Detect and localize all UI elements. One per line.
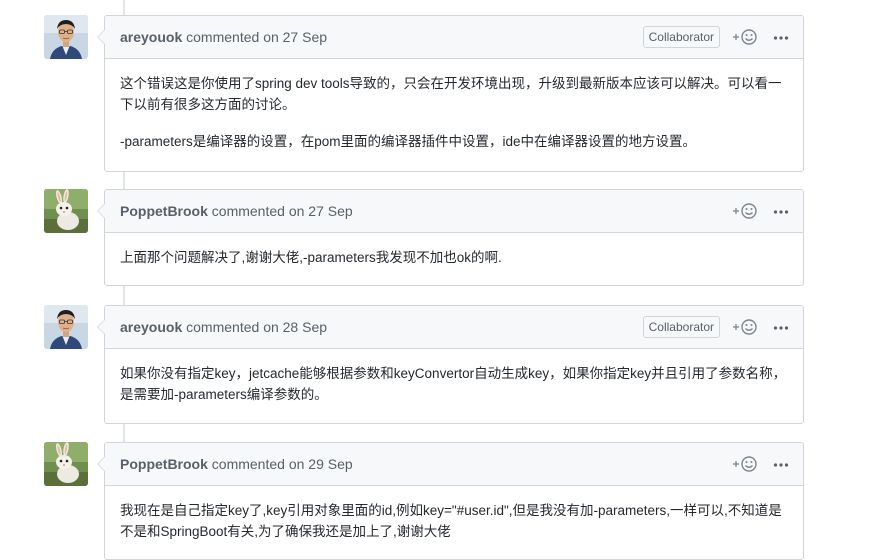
- comment-body: 如果你没有指定key，jetcache能够根据参数和keyConvertor自动…: [105, 349, 803, 417]
- comment-timestamp[interactable]: on 28 Sep: [263, 319, 327, 335]
- comment-paragraph: 我现在是自己指定key了,key引用对象里面的id,例如key="#user.i…: [120, 503, 782, 539]
- comment-meta: areyouok commented on 28 Sep: [120, 319, 327, 335]
- more-options-button[interactable]: [773, 453, 789, 473]
- avatar[interactable]: [44, 189, 88, 233]
- comment-timestamp[interactable]: on 29 Sep: [289, 456, 353, 472]
- comment-meta: areyouok commented on 27 Sep: [120, 29, 327, 45]
- comment-box: PoppetBrook commented on 29 Sep 我现在是自己指定…: [97, 442, 804, 560]
- more-options-button[interactable]: [773, 200, 789, 220]
- avatar[interactable]: [44, 15, 88, 59]
- add-reaction-icon: [733, 456, 757, 472]
- comment-body: 上面那个问题解决了,谢谢大佬,-parameters我发现不加也ok的啊.: [105, 233, 803, 280]
- collaborator-badge: Collaborator: [642, 26, 720, 48]
- collaborator-badge: Collaborator: [642, 316, 720, 338]
- comment-header: PoppetBrook commented on 29 Sep: [105, 443, 803, 486]
- author-name[interactable]: areyouok: [120, 319, 182, 335]
- comment-meta: PoppetBrook commented on 29 Sep: [120, 456, 353, 472]
- timeline-connector: [123, 170, 125, 189]
- more-options-button[interactable]: [773, 26, 789, 46]
- comment-body: 这个错误这是你使用了spring dev tools导致的，只会在开发环境出现，…: [105, 59, 803, 164]
- kebab-menu-icon: [773, 326, 789, 330]
- comment-timeline: areyouok commented on 27 Sep Collaborato…: [0, 0, 895, 560]
- author-name[interactable]: PoppetBrook: [120, 203, 208, 219]
- avatar-man-photo-icon: [44, 15, 88, 59]
- comment-header: PoppetBrook commented on 27 Sep: [105, 190, 803, 233]
- comment-header: areyouok commented on 28 Sep Collaborato…: [105, 306, 803, 349]
- add-reaction-icon: [733, 29, 757, 45]
- add-reaction-button[interactable]: [731, 201, 761, 221]
- avatar-man-photo-icon: [44, 305, 88, 349]
- timeline-connector: [123, 0, 125, 15]
- comment-paragraph: -parameters是编译器的设置，在pom里面的编译器插件中设置，ide中在…: [120, 134, 697, 149]
- comment-action: commented: [211, 203, 285, 219]
- add-reaction-icon: [733, 203, 757, 219]
- add-reaction-button[interactable]: [731, 27, 761, 47]
- comment-paragraph: 上面那个问题解决了,谢谢大佬,-parameters我发现不加也ok的啊.: [120, 250, 502, 265]
- comment-box: areyouok commented on 27 Sep Collaborato…: [97, 15, 804, 172]
- comment-paragraph: 如果你没有指定key，jetcache能够根据参数和keyConvertor自动…: [120, 366, 787, 402]
- add-reaction-icon: [733, 319, 757, 335]
- comment-header: areyouok commented on 27 Sep Collaborato…: [105, 16, 803, 59]
- kebab-menu-icon: [773, 210, 789, 214]
- comment-body: 我现在是自己指定key了,key引用对象里面的id,例如key="#user.i…: [105, 486, 803, 554]
- comment-paragraph: 这个错误这是你使用了spring dev tools导致的，只会在开发环境出现，…: [120, 76, 782, 112]
- timeline-connector: [123, 286, 125, 305]
- avatar-rabbit-photo-icon: [44, 189, 88, 233]
- avatar-rabbit-photo-icon: [44, 442, 88, 486]
- add-reaction-button[interactable]: [731, 317, 761, 337]
- comment-box: areyouok commented on 28 Sep Collaborato…: [97, 305, 804, 424]
- comment-action: commented: [186, 29, 260, 45]
- comment-timestamp[interactable]: on 27 Sep: [263, 29, 327, 45]
- avatar[interactable]: [44, 442, 88, 486]
- comment-box: PoppetBrook commented on 27 Sep 上面那个问题解决…: [97, 189, 804, 286]
- avatar[interactable]: [44, 305, 88, 349]
- kebab-menu-icon: [773, 36, 789, 40]
- comment-action: commented: [211, 456, 285, 472]
- add-reaction-button[interactable]: [731, 454, 761, 474]
- more-options-button[interactable]: [773, 316, 789, 336]
- timeline-connector: [123, 423, 125, 442]
- author-name[interactable]: PoppetBrook: [120, 456, 208, 472]
- comment-meta: PoppetBrook commented on 27 Sep: [120, 203, 353, 219]
- comment-action: commented: [186, 319, 260, 335]
- author-name[interactable]: areyouok: [120, 29, 182, 45]
- kebab-menu-icon: [773, 463, 789, 467]
- comment-timestamp[interactable]: on 27 Sep: [289, 203, 353, 219]
